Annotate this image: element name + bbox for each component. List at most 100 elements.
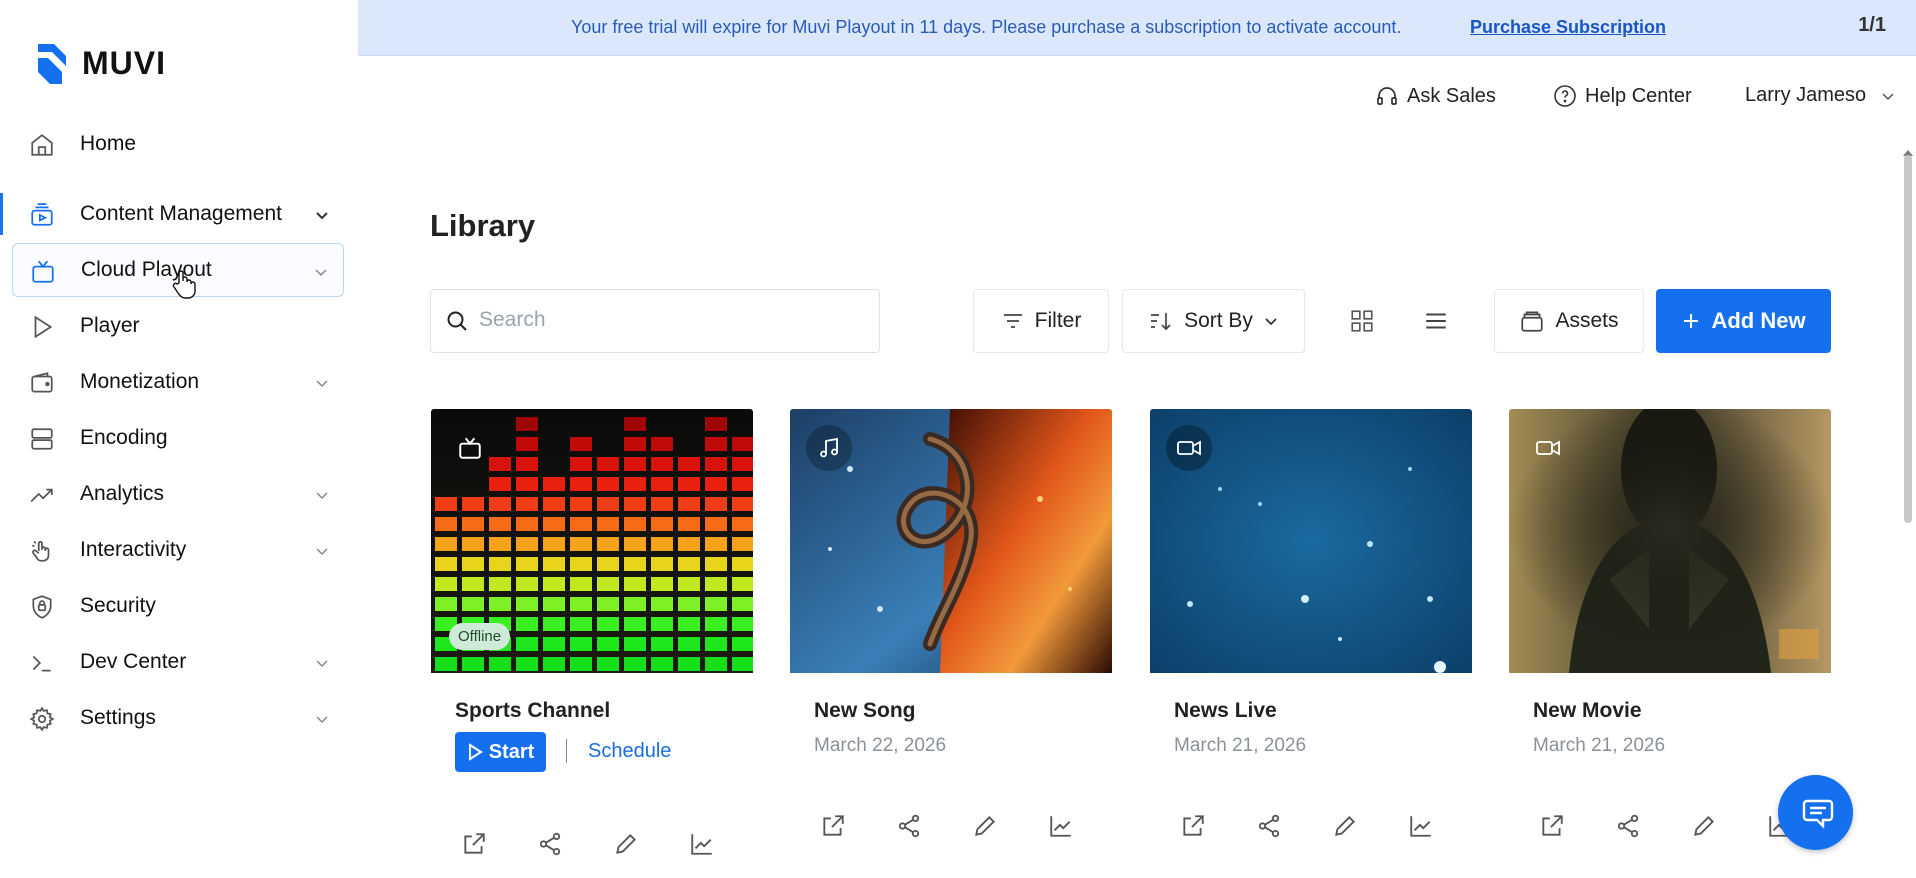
equalizer-segment [462, 557, 484, 571]
filter-button[interactable]: Filter [973, 289, 1109, 353]
equalizer-segment [705, 557, 727, 571]
sidebar-item-label: Security [80, 594, 156, 617]
chevron-down-icon[interactable] [314, 711, 330, 727]
purchase-subscription-link[interactable]: Purchase Subscription [1470, 17, 1666, 38]
equalizer-segment [732, 457, 753, 471]
equalizer-segment [570, 657, 592, 671]
chat-support-button[interactable] [1778, 775, 1853, 850]
equalizer-segment [570, 597, 592, 611]
filter-label: Filter [1034, 309, 1082, 332]
thumbnail-equalizer[interactable]: Offline [431, 409, 753, 673]
chevron-down-icon[interactable] [314, 487, 330, 503]
open-external-icon[interactable] [461, 831, 487, 857]
sidebar-item-analytics[interactable]: Analytics [12, 467, 344, 521]
ask-sales-button[interactable]: Ask Sales [1375, 84, 1496, 108]
sidebar-item-encoding[interactable]: Encoding [12, 411, 344, 465]
grid-view-button[interactable] [1349, 308, 1375, 334]
sidebar-item-content-management[interactable]: Content Management [0, 187, 344, 241]
start-button[interactable]: Start [455, 732, 546, 772]
thumbnail-movie[interactable] [1509, 409, 1831, 673]
add-new-button[interactable]: Add New [1656, 289, 1831, 353]
equalizer-segment [624, 617, 646, 631]
equalizer-segment [462, 657, 484, 671]
equalizer-segment [435, 657, 457, 671]
equalizer-segment [570, 537, 592, 551]
equalizer-segment [624, 637, 646, 651]
sidebar-item-settings[interactable]: Settings [12, 691, 344, 745]
chevron-down-icon[interactable] [313, 264, 329, 280]
share-icon[interactable] [896, 813, 922, 839]
equalizer-segment [597, 457, 619, 471]
scrollbar[interactable] [1904, 155, 1912, 523]
equalizer-segment [570, 437, 592, 451]
sidebar-item-security[interactable]: Security [12, 579, 344, 633]
equalizer-segment [597, 617, 619, 631]
equalizer-segment [705, 657, 727, 671]
sidebar-item-player[interactable]: Player [12, 299, 344, 353]
chevron-down-icon[interactable] [314, 207, 330, 223]
trial-banner: Your free trial will expire for Muvi Pla… [358, 0, 1916, 56]
list-view-button[interactable] [1423, 308, 1449, 334]
sidebar-item-dev-center[interactable]: Dev Center [12, 635, 344, 689]
sidebar-item-cloud-playout[interactable]: Cloud Playout [12, 243, 344, 299]
trial-message: Your free trial will expire for Muvi Pla… [571, 17, 1402, 37]
equalizer-segment [543, 617, 565, 631]
share-icon[interactable] [1615, 813, 1641, 839]
equalizer-segment [705, 457, 727, 471]
equalizer-segment [651, 657, 673, 671]
chevron-down-icon[interactable] [314, 655, 330, 671]
open-external-icon[interactable] [820, 813, 846, 839]
search-input[interactable] [479, 308, 859, 332]
equalizer-segment [543, 657, 565, 671]
schedule-link[interactable]: Schedule [588, 740, 671, 763]
equalizer-segment [489, 517, 511, 531]
help-center-button[interactable]: Help Center [1553, 84, 1692, 108]
card-actions [820, 813, 1074, 839]
library-card[interactable]: New Movie March 21, 2026 [1509, 409, 1831, 838]
page-title: Library [430, 208, 536, 243]
equalizer-segment [516, 537, 538, 551]
search-box[interactable] [430, 289, 880, 353]
chevron-down-icon[interactable] [314, 375, 330, 391]
logo-text: MUVI [82, 44, 166, 81]
analytics-icon[interactable] [1408, 813, 1434, 839]
edit-icon[interactable] [1691, 813, 1717, 839]
thumbnail-news[interactable] [1150, 409, 1472, 673]
analytics-icon[interactable] [689, 831, 715, 857]
equalizer-segment [732, 577, 753, 591]
edit-icon[interactable] [972, 813, 998, 839]
logo[interactable]: MUVI [32, 40, 166, 86]
library-card[interactable]: Offline Sports Channel Start Schedule [431, 409, 753, 856]
sidebar-item-label: Monetization [80, 370, 200, 393]
trend-icon [30, 488, 53, 503]
open-external-icon[interactable] [1180, 813, 1206, 839]
sort-by-dropdown[interactable]: Sort By [1122, 289, 1305, 353]
share-icon[interactable] [1256, 813, 1282, 839]
chevron-down-icon[interactable] [314, 543, 330, 559]
sidebar-item-interactivity[interactable]: Interactivity [12, 523, 344, 577]
help-center-label: Help Center [1585, 84, 1692, 107]
open-external-icon[interactable] [1539, 813, 1565, 839]
card-title: Sports Channel [455, 699, 611, 722]
equalizer-segment [597, 597, 619, 611]
equalizer-segment [516, 597, 538, 611]
user-menu[interactable]: Larry Jameso [1745, 84, 1896, 107]
thumbnail-music[interactable] [790, 409, 1112, 673]
sidebar-item-home[interactable]: Home [12, 117, 344, 171]
card-title: New Song [814, 699, 916, 722]
analytics-icon[interactable] [1048, 813, 1074, 839]
edit-icon[interactable] [613, 831, 639, 857]
sidebar-item-monetization[interactable]: Monetization [12, 355, 344, 409]
library-card[interactable]: News Live March 21, 2026 [1150, 409, 1472, 838]
equalizer-segment [624, 417, 646, 431]
share-icon[interactable] [537, 831, 563, 857]
equalizer-segment [651, 537, 673, 551]
status-badge: Offline [449, 623, 511, 650]
sidebar-item-label: Home [80, 132, 137, 155]
edit-icon[interactable] [1332, 813, 1358, 839]
equalizer-segment [651, 497, 673, 511]
assets-button[interactable]: Assets [1494, 289, 1644, 353]
library-card[interactable]: New Song March 22, 2026 [790, 409, 1112, 838]
equalizer-segment [732, 497, 753, 511]
equalizer-segment [543, 557, 565, 571]
